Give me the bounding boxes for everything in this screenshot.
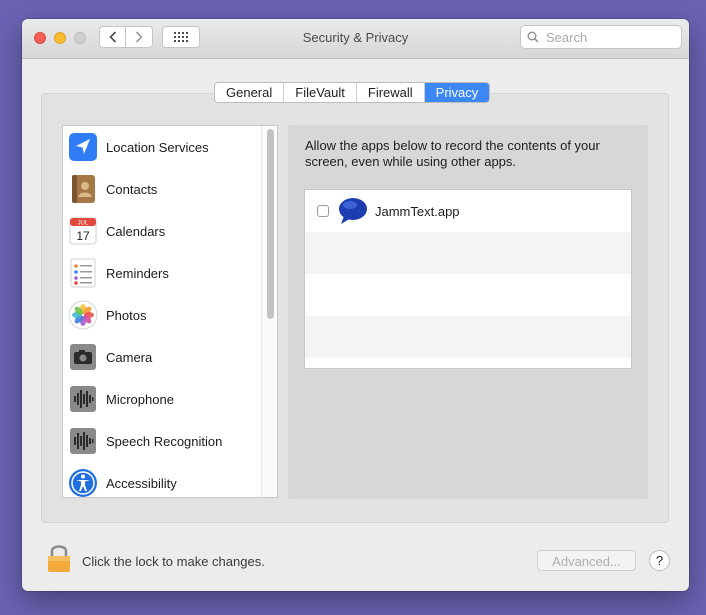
lock-button[interactable] bbox=[46, 543, 72, 578]
advanced-button[interactable]: Advanced... bbox=[537, 550, 636, 571]
sidebar-item-location-services[interactable]: Location Services bbox=[63, 126, 263, 168]
search-input[interactable] bbox=[544, 28, 678, 46]
sidebar-item-microphone[interactable]: Microphone bbox=[63, 378, 263, 420]
lock-status-text: Click the lock to make changes. bbox=[82, 554, 265, 569]
empty-row bbox=[305, 316, 631, 358]
screen-recording-pane: Allow the apps below to record the conte… bbox=[288, 125, 648, 499]
sidebar-item-label: Reminders bbox=[106, 265, 169, 281]
sidebar-item-calendars[interactable]: JUL 17 Calendars bbox=[63, 210, 263, 252]
app-name: JammText.app bbox=[375, 203, 460, 219]
search-icon bbox=[527, 31, 539, 43]
sidebar-item-speech-recognition[interactable]: Speech Recognition bbox=[63, 420, 263, 462]
tab-general[interactable]: General bbox=[215, 83, 285, 102]
microphone-waveform-icon bbox=[68, 384, 98, 414]
camera-icon bbox=[68, 342, 98, 372]
sidebar-item-contacts[interactable]: Contacts bbox=[63, 168, 263, 210]
photos-flower-icon bbox=[68, 300, 98, 330]
preferences-window: Security & Privacy General FileVault Fir… bbox=[22, 19, 689, 591]
sidebar-item-camera[interactable]: Camera bbox=[63, 336, 263, 378]
sidebar-item-label: Camera bbox=[106, 349, 153, 365]
app-enable-checkbox[interactable] bbox=[317, 205, 329, 217]
sidebar-item-label: Contacts bbox=[106, 181, 158, 197]
title-bar: Security & Privacy bbox=[22, 19, 689, 59]
sidebar-item-label: Location Services bbox=[106, 139, 209, 155]
sidebar-item-accessibility[interactable]: Accessibility bbox=[63, 462, 263, 497]
app-row-jammtext[interactable]: JammText.app bbox=[305, 190, 631, 232]
sidebar-item-reminders[interactable]: Reminders bbox=[63, 252, 263, 294]
tab-privacy[interactable]: Privacy bbox=[424, 83, 490, 102]
empty-row bbox=[305, 232, 631, 274]
tab-bar: General FileVault Firewall Privacy bbox=[214, 82, 491, 103]
speech-waveform-icon bbox=[68, 426, 98, 456]
sidebar-scrollbar[interactable] bbox=[261, 126, 277, 497]
empty-row bbox=[305, 274, 631, 316]
lock-icon bbox=[48, 545, 70, 572]
tab-filevault[interactable]: FileVault bbox=[284, 83, 357, 102]
speech-bubble-icon bbox=[337, 195, 369, 227]
calendar-icon-month: JUL bbox=[78, 221, 89, 227]
sidebar-scroll-thumb[interactable] bbox=[267, 129, 274, 319]
sidebar-item-label: Accessibility bbox=[106, 475, 177, 491]
tab-firewall[interactable]: Firewall bbox=[357, 83, 425, 102]
calendar-icon-day: 17 bbox=[76, 229, 90, 243]
app-list: JammText.app bbox=[304, 189, 632, 369]
sidebar-item-photos[interactable]: Photos bbox=[63, 294, 263, 336]
screen-recording-description: Allow the apps below to record the conte… bbox=[305, 138, 600, 169]
contacts-book-icon bbox=[68, 174, 98, 204]
sidebar-item-label: Calendars bbox=[106, 223, 166, 239]
sidebar-item-label: Microphone bbox=[106, 391, 174, 407]
privacy-panel: Location Services Contacts JUL 17 Calend… bbox=[41, 93, 669, 523]
sidebar-item-label: Photos bbox=[106, 307, 147, 323]
reminders-list-icon bbox=[68, 258, 98, 288]
calendar-icon: JUL 17 bbox=[68, 216, 98, 246]
help-button[interactable]: ? bbox=[649, 550, 670, 571]
sidebar-item-label: Speech Recognition bbox=[106, 433, 223, 449]
search-field[interactable] bbox=[520, 25, 682, 49]
location-arrow-icon bbox=[68, 132, 98, 162]
accessibility-icon bbox=[68, 468, 98, 497]
privacy-category-list: Location Services Contacts JUL 17 Calend… bbox=[62, 125, 278, 498]
